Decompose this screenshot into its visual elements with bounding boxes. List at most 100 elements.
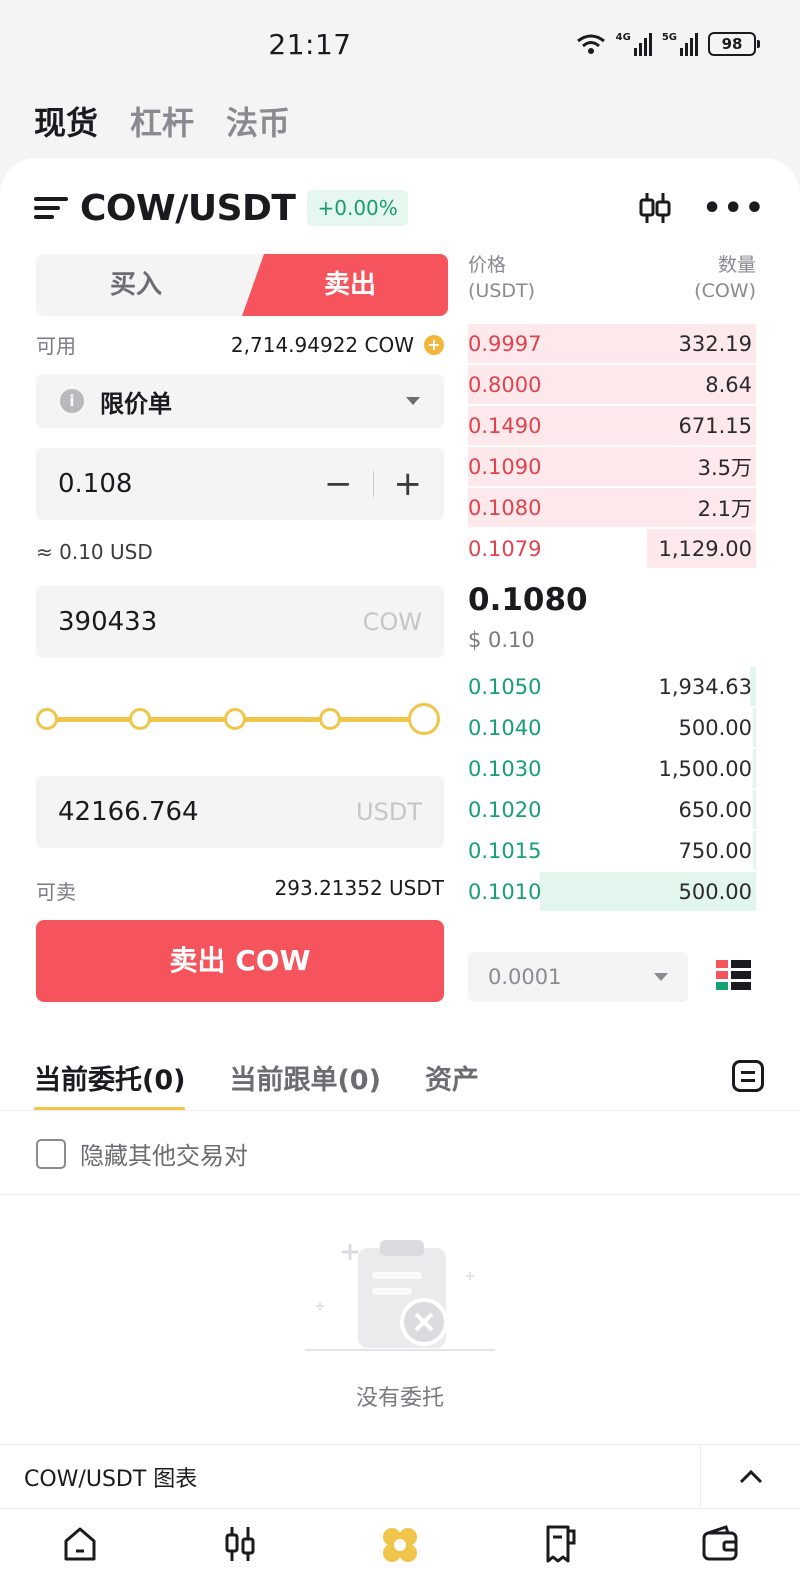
bid-price: 0.1015 [468, 838, 542, 863]
ask-row[interactable]: 0.8000 8.64 [468, 364, 756, 405]
bid-qty: 500.00 [678, 715, 752, 740]
chart-bar-label: COW/USDT 图表 [24, 1466, 198, 1492]
amount-unit: COW [362, 608, 422, 636]
decrease-icon[interactable]: − [324, 464, 353, 504]
pair-title[interactable]: COW/USDT [80, 188, 296, 229]
amount-input[interactable]: 390433 COW [36, 586, 444, 658]
tab-copy-orders[interactable]: 当前跟单(0) [229, 1058, 380, 1111]
hide-other-pairs-checkbox[interactable] [36, 1138, 66, 1169]
nav-wallet[interactable] [696, 1523, 744, 1571]
bid-qty: 1,934.63 [658, 674, 752, 699]
order-type-select[interactable]: i 限价单 [36, 374, 444, 428]
status-time: 21:17 [268, 28, 352, 61]
market-tabs: 现货 杠杆 法币 [34, 98, 290, 144]
depth-view-toggle-icon[interactable] [716, 960, 752, 994]
ask-price: 0.1079 [468, 536, 542, 561]
trade-icon [383, 1528, 417, 1562]
ask-qty: 1,129.00 [658, 536, 752, 561]
ask-price: 0.1490 [468, 413, 542, 438]
slider-stop-25[interactable] [129, 708, 151, 730]
price-approx-usd: ≈ 0.10 USD [36, 540, 153, 564]
amount-slider[interactable] [36, 700, 444, 740]
pair-list-menu-icon[interactable] [34, 197, 68, 219]
order-book-asks: 0.9997 332.19 0.8000 8.64 0.1490 671.15 0.1… [468, 323, 756, 569]
tab-open-orders[interactable]: 当前委托(0) [34, 1058, 186, 1111]
total-value: 42166.764 [58, 797, 199, 827]
price-column-header: 价格 (USDT) [468, 252, 535, 304]
bid-row[interactable]: 0.1010 500.00 [468, 871, 756, 912]
order-history-icon[interactable] [732, 1060, 764, 1092]
sellable-label: 可卖 [36, 880, 76, 904]
bid-qty: 750.00 [678, 838, 752, 863]
sell-submit-button[interactable]: 卖出 COW [36, 920, 444, 1002]
bid-price: 0.1040 [468, 715, 542, 740]
buy-tab[interactable]: 买入 [36, 254, 236, 316]
info-icon[interactable]: i [60, 389, 84, 413]
sellable-value: 293.21352 USDT [274, 876, 444, 900]
divider [0, 1194, 800, 1195]
ask-row[interactable]: 0.1090 3.5万 [468, 446, 756, 487]
tab-fiat[interactable]: 法币 [226, 98, 290, 144]
nav-home[interactable] [56, 1523, 104, 1571]
status-bar: 21:17 4G 5G 98 [0, 0, 800, 90]
bid-row[interactable]: 0.1040 500.00 [468, 707, 756, 748]
more-options-icon[interactable]: ••• [702, 191, 766, 226]
price-value: 0.108 [58, 469, 133, 499]
chart-bar[interactable]: COW/USDT 图表 [0, 1444, 800, 1509]
price-input[interactable]: 0.108 − + [36, 448, 444, 520]
total-unit: USDT [356, 798, 422, 826]
precision-select[interactable]: 0.0001 [468, 952, 688, 1002]
bid-row[interactable]: 0.1015 750.00 [468, 830, 756, 871]
bid-row[interactable]: 0.1020 650.00 [468, 789, 756, 830]
tab-assets[interactable]: 资产 [425, 1058, 479, 1111]
bid-row[interactable]: 0.1030 1,500.00 [468, 748, 756, 789]
slider-stop-0[interactable] [36, 708, 58, 730]
bid-price: 0.1020 [468, 797, 542, 822]
signal-5g-label: 5G [661, 32, 677, 43]
hide-other-pairs-row[interactable]: 隐藏其他交易对 [36, 1136, 248, 1171]
order-type-value: 限价单 [100, 389, 172, 418]
hide-other-pairs-label: 隐藏其他交易对 [80, 1142, 248, 1170]
slider-stop-50[interactable] [224, 708, 246, 730]
signal-5g-icon: 5G [662, 32, 698, 56]
available-label: 可用 [36, 334, 76, 358]
ask-row[interactable]: 0.9997 332.19 [468, 323, 756, 364]
chevron-down-icon [406, 397, 420, 405]
bid-price: 0.1010 [468, 879, 542, 904]
increase-icon[interactable]: + [394, 464, 423, 504]
bid-qty: 1,500.00 [658, 756, 752, 781]
price-header-label: 价格 [468, 254, 507, 276]
ask-row[interactable]: 0.1490 671.15 [468, 405, 756, 446]
chevron-up-icon[interactable] [700, 1445, 800, 1509]
ask-price: 0.9997 [468, 331, 542, 356]
tab-spot[interactable]: 现货 [34, 98, 98, 144]
slider-stop-75[interactable] [319, 708, 341, 730]
sellable-row: 可卖 293.21352 USDT [36, 876, 444, 905]
candlestick-chart-icon[interactable] [638, 191, 672, 225]
nav-markets[interactable] [216, 1523, 264, 1571]
ask-price: 0.8000 [468, 372, 542, 397]
candlestick-icon [225, 1527, 255, 1561]
slider-handle[interactable] [408, 703, 440, 735]
home-icon [64, 1527, 96, 1561]
deposit-plus-icon[interactable]: + [424, 334, 444, 355]
bid-qty: 650.00 [678, 797, 752, 822]
nav-orders[interactable] [536, 1523, 584, 1571]
orders-tabs: 当前委托(0) 当前跟单(0) 资产 [34, 1058, 764, 1112]
tab-margin[interactable]: 杠杆 [130, 98, 194, 144]
ask-row[interactable]: 0.1080 2.1万 [468, 487, 756, 528]
sell-tab[interactable]: 卖出 [242, 254, 448, 316]
bid-price: 0.1030 [468, 756, 542, 781]
nav-trade[interactable] [376, 1523, 424, 1571]
pair-actions: ••• [638, 191, 766, 226]
order-book-header: 价格 (USDT) 数量 (COW) [468, 252, 756, 304]
price-header-unit: (USDT) [468, 280, 536, 302]
last-price-usd: $ 0.10 [468, 628, 535, 652]
bid-row[interactable]: 0.1050 1,934.63 [468, 666, 756, 707]
signal-4g-label: 4G [615, 32, 631, 43]
divider [0, 1110, 800, 1111]
signal-4g-icon: 4G [616, 32, 652, 56]
price-change-badge: +0.00% [307, 190, 408, 226]
total-input[interactable]: 42166.764 USDT [36, 776, 444, 848]
ask-row[interactable]: 0.1079 1,129.00 [468, 528, 756, 569]
